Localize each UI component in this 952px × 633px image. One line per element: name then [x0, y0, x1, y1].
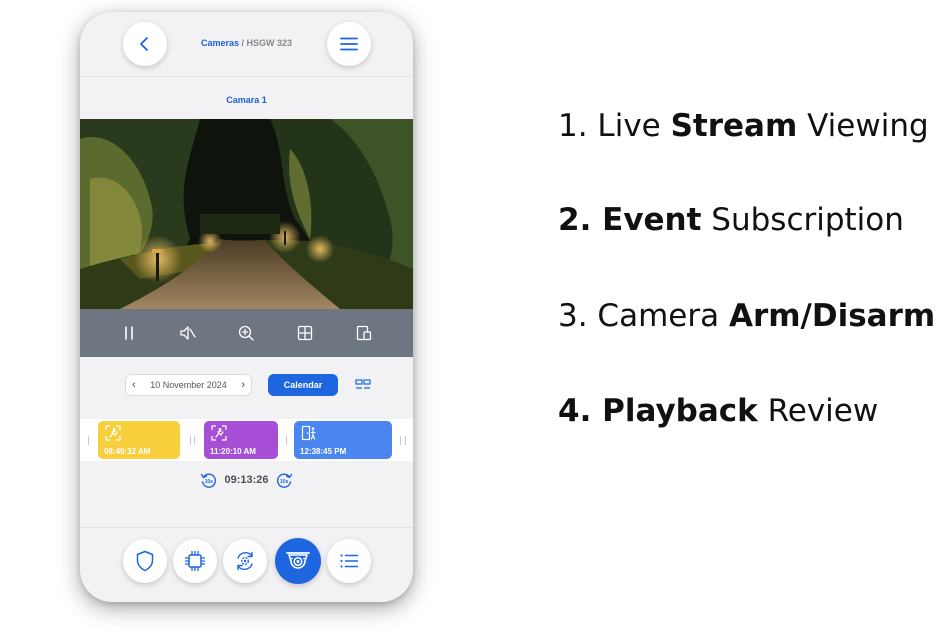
menu-button[interactable] [327, 22, 371, 66]
nav-list-button[interactable] [327, 539, 371, 583]
calendar-button[interactable]: Calendar [268, 374, 338, 396]
header-divider [80, 76, 413, 77]
hamburger-icon [340, 37, 358, 51]
playback-controls: 10s 09:13:26 10s [80, 470, 413, 490]
rewind-label: 10s [205, 479, 214, 485]
motion-person-icon [211, 425, 227, 441]
selected-date: 10 November 2024 [150, 380, 227, 390]
feature-item-live-stream: 1. Live Stream Viewing [558, 108, 929, 144]
forward-10s-icon[interactable]: 10s [276, 472, 293, 489]
pause-button[interactable] [114, 318, 144, 348]
rewind-10s-icon[interactable]: 10s [200, 472, 217, 489]
event-time: 12:38:45 PM [300, 447, 347, 456]
motion-person-icon [105, 425, 121, 441]
chevron-left-icon [140, 37, 148, 51]
top-bar: Cameras / HSGW 323 [80, 12, 413, 76]
mute-icon [180, 326, 196, 340]
breadcrumb-separator: / [239, 38, 247, 48]
feature-item-playback-review: 4. Playback Review [558, 393, 879, 429]
nav-divider [80, 527, 413, 528]
nav-security-button[interactable] [123, 539, 167, 583]
grid-view-icon [297, 325, 313, 341]
zoom-button[interactable] [231, 318, 261, 348]
zoom-in-icon [239, 325, 255, 341]
breadcrumb-device: HSGW 323 [246, 38, 293, 48]
timeline-tick [190, 436, 191, 445]
video-control-bar [80, 309, 413, 357]
phone-screen: Cameras / HSGW 323 Camara 1 ‹ 10 Novembe… [80, 12, 413, 602]
playback-time: 09:13:26 [224, 474, 269, 486]
feature-item-event-subscription: 2. Event Subscription [558, 202, 904, 238]
nav-automation-button[interactable] [223, 539, 267, 583]
timeline-tick [88, 436, 89, 445]
nav-cameras-button[interactable] [275, 538, 321, 584]
chip-icon [184, 550, 206, 572]
event-time: 08:49:32 AM [104, 447, 151, 456]
back-button[interactable] [123, 22, 167, 66]
event-timeline[interactable]: 08:49:32 AM 11:20:10 AM 12:38:45 PM [80, 419, 413, 461]
snapshot-button[interactable] [349, 318, 379, 348]
pause-icon [125, 326, 134, 340]
date-selector: ‹ 10 November 2024 › [125, 374, 252, 396]
settings-sync-icon [237, 551, 253, 571]
timeline-tick [400, 436, 401, 445]
breadcrumb-cameras[interactable]: Cameras [201, 38, 239, 48]
event-card[interactable]: 12:38:45 PM [294, 421, 392, 459]
breadcrumb: Cameras / HSGW 323 [170, 38, 323, 48]
snapshot-icon [356, 325, 371, 341]
camera-icon [286, 552, 310, 569]
door-person-icon [301, 425, 316, 441]
event-time: 11:20:10 AM [210, 447, 256, 456]
next-date-button[interactable]: › [241, 379, 245, 391]
live-video-feed[interactable] [80, 119, 413, 309]
list-icon [340, 554, 359, 568]
timeline-tick [405, 436, 406, 445]
shield-icon [136, 550, 154, 572]
nav-devices-button[interactable] [173, 539, 217, 583]
timeline-tick [194, 436, 195, 445]
camera-title: Camara 1 [226, 95, 267, 105]
feature-item-arm-disarm: 3. Camera Arm/Disarm [558, 298, 936, 334]
previous-date-button[interactable]: ‹ [132, 379, 136, 391]
mute-button[interactable] [173, 318, 203, 348]
event-card[interactable]: 11:20:10 AM [204, 421, 278, 459]
grid-view-button[interactable] [290, 318, 320, 348]
forward-label: 10s [280, 479, 289, 485]
layout-grid-icon [355, 379, 371, 389]
layout-toggle-button[interactable] [354, 377, 372, 393]
event-card[interactable]: 08:49:32 AM [98, 421, 180, 459]
timeline-tick [286, 436, 287, 445]
